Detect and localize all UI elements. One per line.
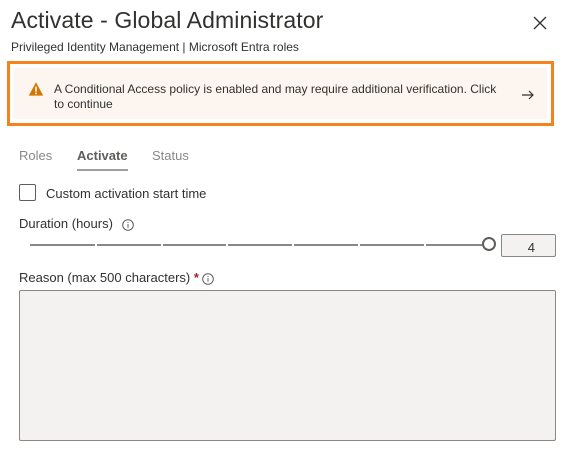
arrow-right-icon[interactable] [521,88,535,102]
duration-label: Duration (hours) [19,216,113,231]
custom-start-time-checkbox[interactable] [19,184,36,201]
slider-tick [226,243,228,247]
reason-textarea[interactable] [19,290,556,441]
banner-clickable-area[interactable]: A Conditional Access policy is enabled a… [14,68,547,119]
panel-subtitle: Privileged Identity Management | Microso… [11,40,299,54]
tab-roles[interactable]: Roles [19,148,52,169]
custom-start-time-label: Custom activation start time [46,186,207,201]
tab-status[interactable]: Status [152,148,189,169]
required-marker: * [193,270,199,285]
slider-tick [161,243,163,247]
duration-slider-track[interactable] [30,243,490,247]
warning-icon [28,82,44,96]
conditional-access-banner: A Conditional Access policy is enabled a… [7,61,554,126]
duration-hours-input[interactable] [501,234,556,257]
info-icon[interactable] [202,273,214,285]
banner-message: A Conditional Access policy is enabled a… [54,82,497,111]
duration-slider-thumb[interactable] [482,237,496,251]
slider-tick [424,243,426,247]
tab-activate[interactable]: Activate [77,148,128,171]
info-icon[interactable] [122,219,134,231]
reason-label: Reason (max 500 characters) * [19,270,199,285]
close-icon [533,16,547,30]
panel-title: Activate - Global Administrator [11,7,324,33]
slider-tick [95,243,97,247]
reason-label-text: Reason (max 500 characters) [19,270,191,285]
slider-tick [358,243,360,247]
close-button[interactable] [527,10,553,36]
slider-tick [292,243,294,247]
